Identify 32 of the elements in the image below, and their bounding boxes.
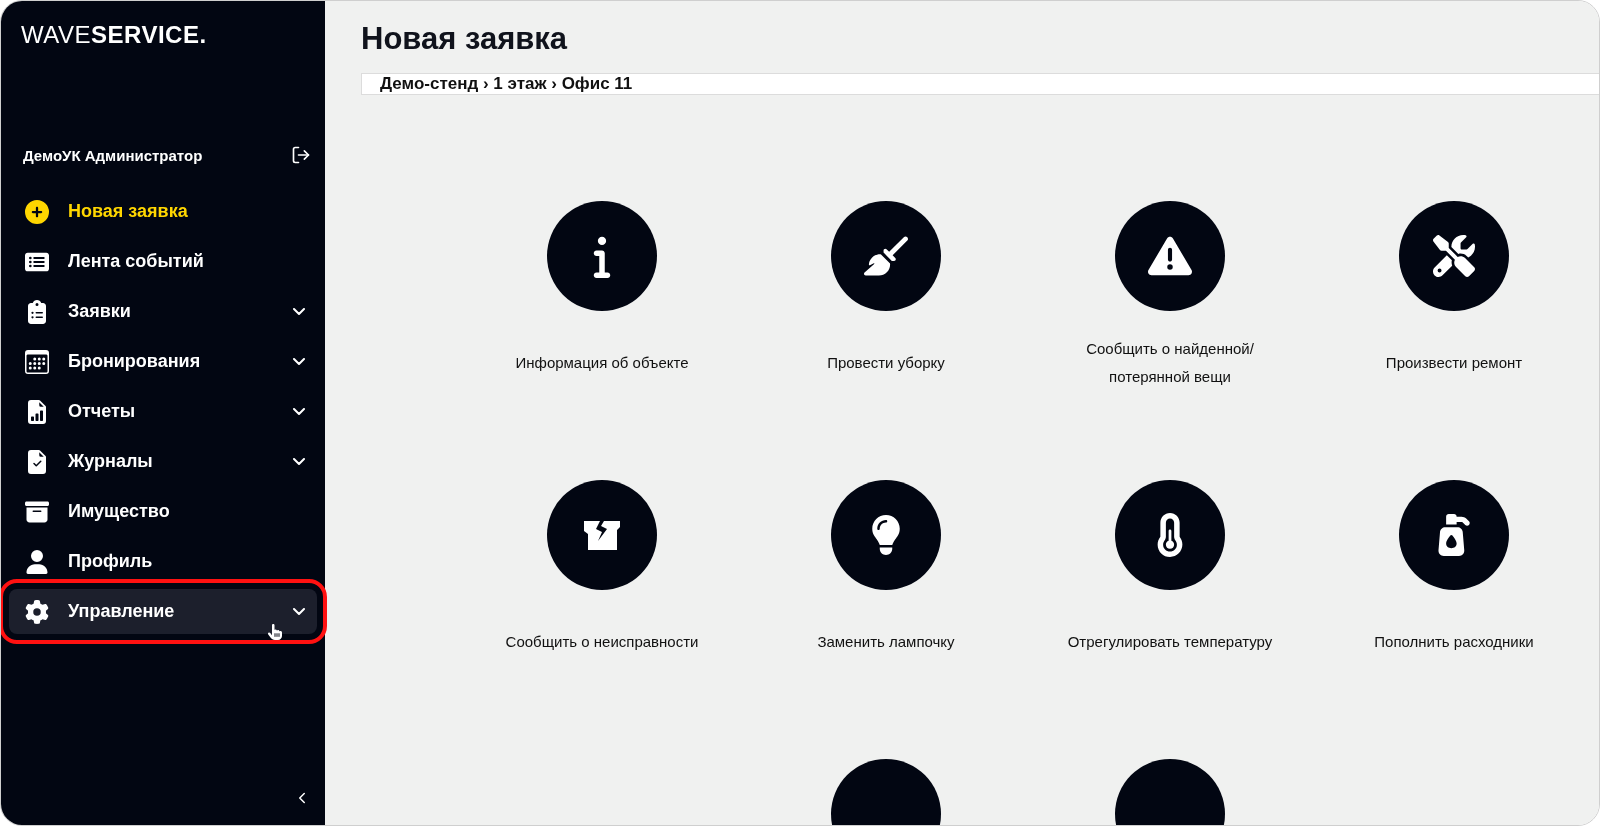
action-label[interactable]: Отрегулировать температуру	[1055, 614, 1285, 670]
breadcrumb: Демо-стенд › 1 этаж › Офис 11	[361, 73, 1599, 95]
check-file-icon	[25, 449, 49, 474]
action-label[interactable]: Заменить лампочку	[771, 614, 1001, 670]
broom-icon	[864, 234, 908, 278]
archive-box-icon	[25, 499, 49, 524]
menu-item[interactable]: Бронирования	[9, 339, 317, 384]
logo: WAVESERVICE.	[21, 21, 208, 49]
menu-item[interactable]: Профиль	[9, 539, 317, 584]
warning-icon	[1148, 234, 1192, 278]
menu-item[interactable]: Заявки	[9, 289, 317, 334]
logout-icon[interactable]	[291, 145, 311, 165]
action-label[interactable]: Провести уборку	[771, 335, 1001, 391]
action-label[interactable]: Сообщить о найденной/ потерянной вещи	[1055, 335, 1285, 391]
cursor-icon	[267, 624, 283, 640]
menu-item[interactable]: Отчеты	[9, 389, 317, 434]
menu-item[interactable]: Имущество	[9, 489, 317, 534]
menu-item[interactable]: Журналы	[9, 439, 317, 484]
tools-icon	[1433, 235, 1475, 277]
user-name: ДемоУК Администратор	[23, 146, 203, 164]
action-label[interactable]: Произвести ремонт	[1339, 335, 1569, 391]
user-icon	[25, 549, 49, 574]
page-title: Новая заявка	[361, 21, 569, 57]
menu-item[interactable]: Новая заявка	[9, 189, 317, 234]
action-label[interactable]: Сообщить о неисправности	[487, 614, 717, 670]
chart-file-icon	[25, 399, 49, 424]
settings-icon	[25, 599, 49, 624]
menu-item[interactable]: Лента событий	[9, 239, 317, 284]
calendar-icon	[25, 349, 49, 374]
action-label[interactable]: Информация об объекте	[487, 335, 717, 391]
action-label[interactable]: Пополнить расходники	[1339, 614, 1569, 670]
clipboard-list-icon	[25, 299, 49, 324]
